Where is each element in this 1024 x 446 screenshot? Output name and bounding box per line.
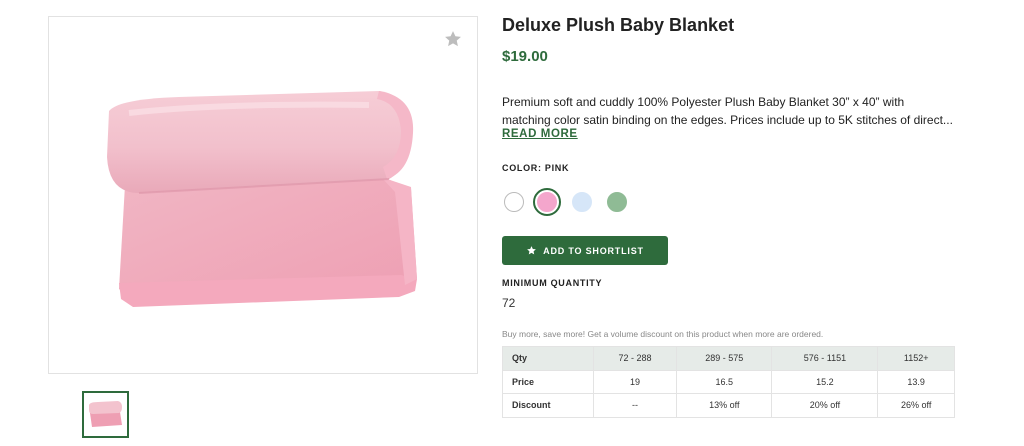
table-cell: 16.5 [676, 369, 773, 394]
table-cell: 26% off [877, 393, 955, 418]
color-swatch-green[interactable] [607, 192, 627, 212]
color-swatch-white[interactable] [504, 192, 524, 212]
minimum-quantity-label: MINIMUM QUANTITY [502, 278, 603, 288]
table-row: Qty 72 - 288 289 - 575 576 - 1151 1152+ [502, 346, 955, 371]
table-cell: 576 - 1151 [771, 346, 879, 371]
shortlist-label: ADD TO SHORTLIST [543, 245, 644, 256]
table-cell: 20% off [771, 393, 879, 418]
table-cell: 19 [592, 369, 678, 394]
color-swatch-pink[interactable] [533, 188, 561, 216]
table-cell: 72 - 288 [592, 346, 678, 371]
table-row-label: Qty [502, 346, 594, 371]
table-cell: -- [592, 393, 678, 418]
product-main-image [48, 16, 478, 374]
table-row-label: Discount [502, 393, 594, 418]
table-cell: 1152+ [877, 346, 955, 371]
product-thumbnail[interactable] [82, 391, 129, 438]
product-title: Deluxe Plush Baby Blanket [502, 15, 735, 35]
pricing-table: Qty 72 - 288 289 - 575 576 - 1151 1152+ … [502, 346, 955, 418]
volume-discount-note: Buy more, save more! Get a volume discou… [502, 329, 824, 339]
table-row: Price 19 16.5 15.2 13.9 [502, 369, 955, 394]
table-row-label: Price [502, 369, 594, 394]
table-cell: 13.9 [877, 369, 955, 394]
star-icon [527, 246, 537, 255]
blanket-thumbnail-image [89, 401, 122, 427]
blanket-image [107, 91, 417, 307]
color-label: COLOR: PINK [502, 163, 570, 173]
description-line-2: matching color satin binding on the edge… [502, 113, 953, 127]
color-swatch-blue[interactable] [572, 192, 592, 212]
read-more-link[interactable]: READ MORE [502, 128, 578, 140]
favorite-star-icon[interactable] [443, 29, 463, 49]
add-to-shortlist-button[interactable]: ADD TO SHORTLIST [502, 236, 668, 265]
table-cell: 289 - 575 [676, 346, 773, 371]
table-row: Discount -- 13% off 20% off 26% off [502, 393, 955, 418]
table-cell: 13% off [676, 393, 773, 418]
minimum-quantity-value: 72 [502, 296, 516, 310]
product-description: Premium soft and cuddly 100% Polyester P… [502, 93, 957, 129]
table-cell: 15.2 [771, 369, 879, 394]
description-line-1: Premium soft and cuddly 100% Polyester P… [502, 95, 905, 109]
product-price: $19.00 [502, 48, 548, 65]
